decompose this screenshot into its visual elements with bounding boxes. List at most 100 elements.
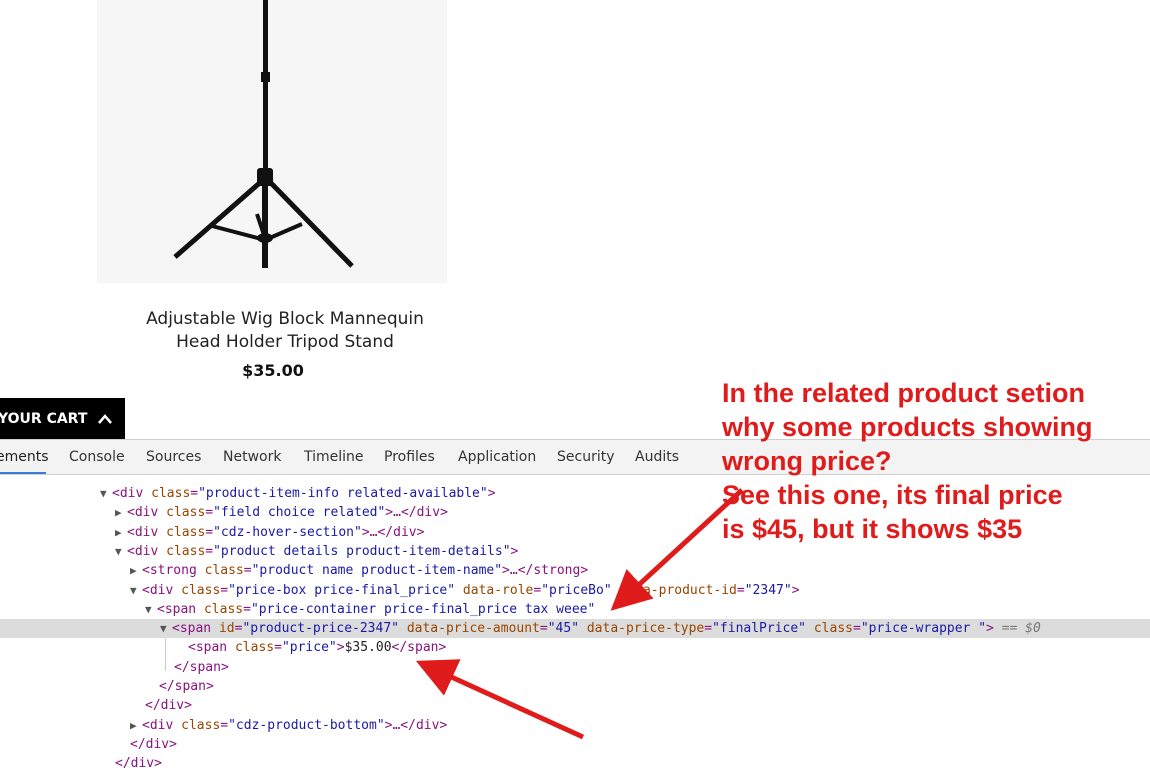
dom-node-row[interactable]: ▶ <div class="cdz-product-bottom">…</div> (0, 716, 1150, 735)
attr-name: class (813, 621, 853, 637)
tag-close: > (487, 486, 496, 501)
expand-triangle-icon: ▶ (115, 506, 122, 520)
closing-tag: </span> (391, 640, 447, 656)
dom-node-row[interactable]: <span class="price">$35.00</span> (0, 638, 1150, 657)
tab-timeline[interactable]: Timeline (304, 440, 364, 474)
tag-name: <span (188, 640, 228, 656)
attr-name: class (151, 486, 191, 501)
collapse-triangle-icon: ▼ (115, 544, 122, 558)
product-price: $35.00 (242, 361, 304, 380)
attr-name: class (166, 505, 206, 521)
attr-equals: = (205, 524, 214, 540)
tab-profiles[interactable]: Profiles (384, 440, 435, 474)
annotation-line-2: why some products showing (722, 412, 1093, 442)
attr-equals: = (704, 621, 713, 637)
attr-equals: = (205, 505, 214, 521)
attr-name: data-price-type (586, 621, 705, 637)
attr-name: data-product-id (619, 582, 737, 598)
node-text: $35.00 (344, 640, 392, 656)
attr-value: "45" (547, 621, 580, 637)
tag-name: <div (127, 543, 159, 559)
tab-network[interactable]: Network (223, 440, 281, 474)
attr-equals: = (220, 717, 229, 733)
attr-value: "price-container price-final_price tax w… (250, 601, 596, 617)
dom-node-row[interactable]: </div> (0, 696, 1150, 715)
tag-name: <div (127, 524, 159, 540)
attr-value: "product details product-item-details" (213, 543, 511, 559)
selected-node-marker: == $0 (1001, 621, 1041, 637)
tab-application[interactable]: Application (458, 440, 536, 474)
expand-triangle-icon: ▶ (130, 718, 137, 732)
dom-node-row[interactable]: </span> (0, 677, 1150, 696)
tag-close: > (336, 640, 345, 656)
attr-value: "cdz-hover-section" (213, 524, 362, 540)
closing-tag: </span> (159, 679, 214, 694)
attr-equals: = (243, 563, 252, 579)
product-name-line2: Head Holder Tripod Stand (176, 332, 394, 352)
attr-equals: = (190, 486, 199, 501)
product-name[interactable]: Adjustable Wig Block Mannequin Head Hold… (120, 308, 450, 354)
tag-name: <span (157, 601, 197, 617)
tab-sources[interactable]: Sources (146, 440, 201, 474)
attr-value: "price-box price-final_price" (228, 582, 456, 598)
tag-name: <div (142, 582, 174, 598)
dom-node-row[interactable]: </div> (0, 754, 1150, 773)
tag-name: <div (112, 486, 144, 501)
attr-name: class (181, 582, 221, 598)
tab-audits[interactable]: Audits (635, 440, 679, 474)
attr-equals: = (274, 640, 282, 656)
attr-value: "priceBo" (541, 582, 612, 598)
attr-equals: = (539, 621, 548, 637)
tab-security[interactable]: Security (557, 440, 615, 474)
attr-value: "2347" (744, 582, 792, 598)
tag-close: > (791, 582, 800, 598)
attr-equals: = (220, 582, 229, 598)
tag-name: <div (127, 505, 159, 521)
tripod-stand-image (173, 0, 354, 268)
attr-value: "product-item-info related-available" (198, 486, 488, 501)
attr-name: class (166, 543, 206, 559)
annotation-line-3: wrong price? (722, 446, 892, 476)
attr-name: id (218, 621, 235, 637)
dom-node-row[interactable]: </div> (0, 735, 1150, 754)
closing-tag: </span> (174, 659, 229, 675)
tag-name: <div (142, 717, 174, 733)
annotation-line-5: is $45, but it shows $35 (722, 514, 1023, 544)
cart-button-label: YOUR CART (0, 410, 88, 427)
dom-node-row[interactable]: ▼ <span id = "product-price-2347" data-pric… (0, 619, 1150, 639)
tab-elements[interactable]: ements (0, 440, 49, 474)
dom-node-row[interactable]: ▼ <span class="price-container price-fina… (0, 600, 1150, 619)
tag-close: >…</div> (385, 505, 448, 521)
collapse-triangle-icon: ▼ (100, 487, 107, 500)
expand-triangle-icon: ▶ (115, 525, 122, 539)
tag-name: <span (172, 621, 212, 637)
attr-name: class (181, 717, 221, 733)
dom-node-row[interactable]: </span> (0, 658, 1150, 677)
collapse-triangle-icon: ▼ (160, 622, 167, 636)
tag-name: <strong (142, 563, 197, 579)
tag-close: >…</div> (361, 524, 425, 540)
product-image[interactable] (97, 0, 447, 283)
collapse-triangle-icon: ▼ (145, 602, 152, 616)
annotation-line-1: In the related product setion (722, 378, 1086, 408)
your-cart-button[interactable]: YOUR CART (0, 398, 125, 439)
attr-name: class (203, 601, 244, 617)
tab-console[interactable]: Console (69, 440, 125, 474)
dom-node-row[interactable]: ▶ <strong class="product name product-ite… (0, 561, 1150, 580)
dom-node-row[interactable]: ▼ <div class="price-box price-final_price… (0, 581, 1150, 600)
chevron-up-icon (98, 413, 113, 424)
attr-equals: = (243, 601, 251, 617)
